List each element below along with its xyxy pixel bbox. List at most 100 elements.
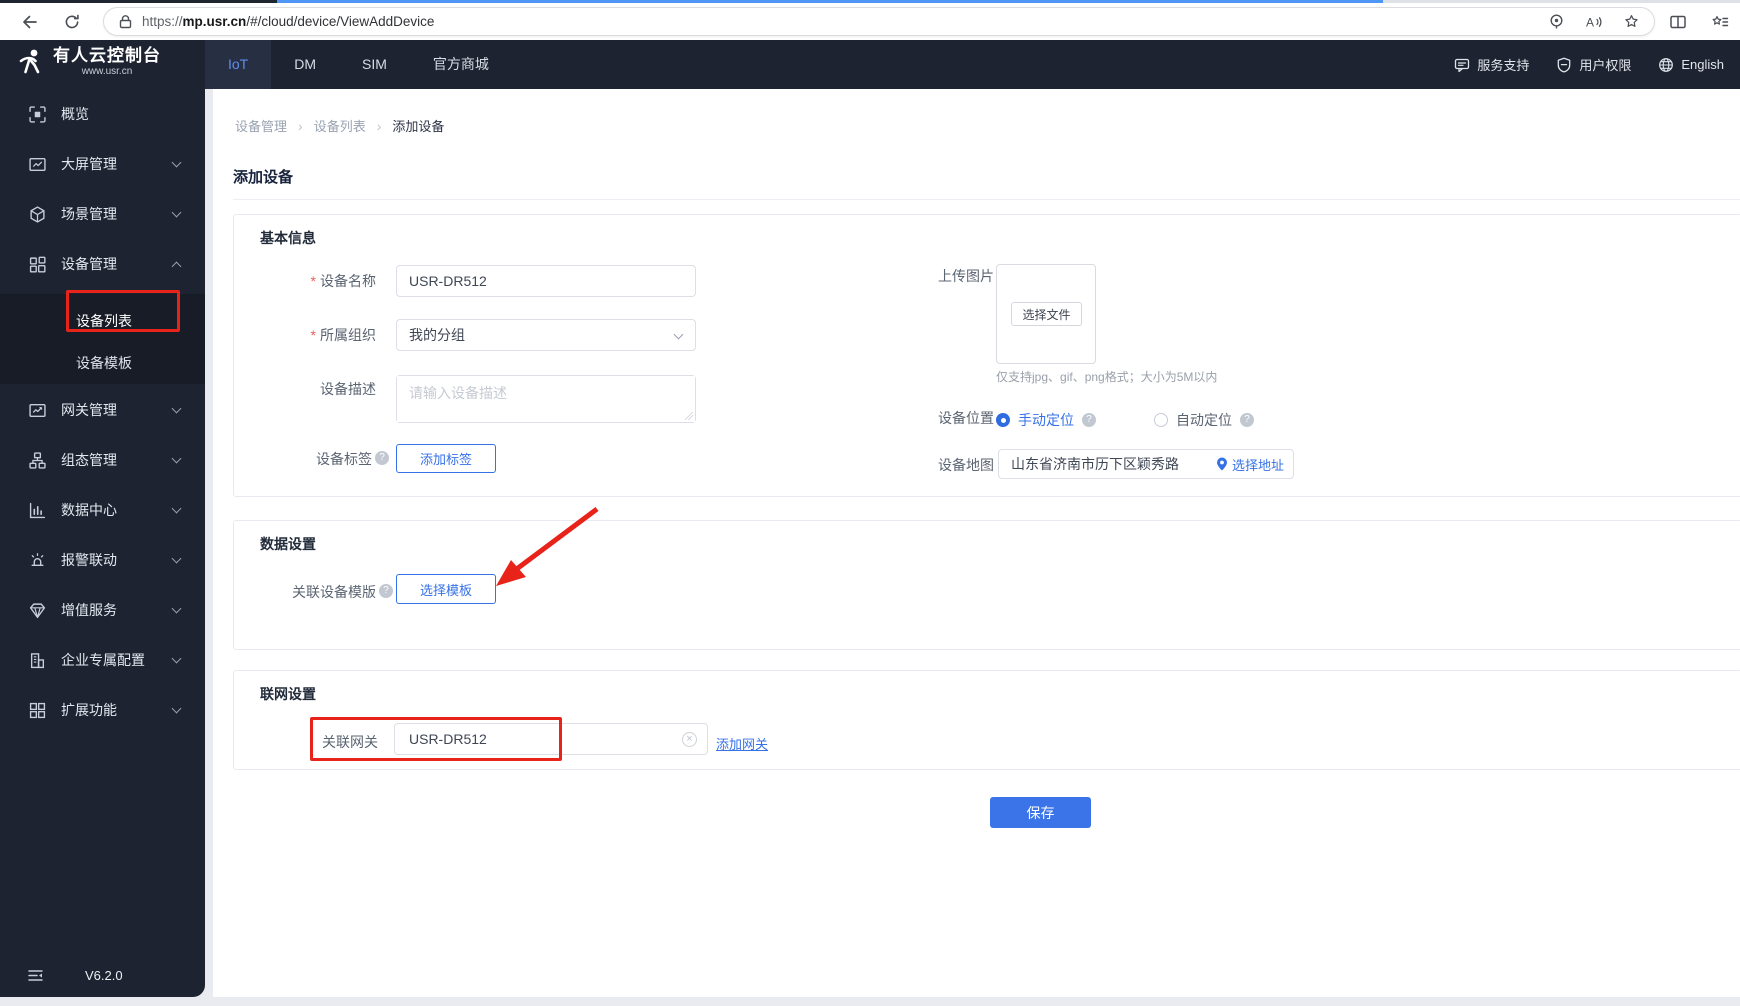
address-bar[interactable]: https://mp.usr.cn/#/cloud/device/ViewAdd…	[103, 7, 1655, 36]
device-submenu: 设备列表 设备模板	[0, 294, 205, 384]
sidebar-item-bigscreen[interactable]: 大屏管理	[0, 144, 205, 184]
sidebar-item-vas[interactable]: 增值服务	[0, 590, 205, 630]
location-icon[interactable]	[1548, 13, 1565, 30]
upload-dropzone[interactable]: 选择文件	[996, 264, 1096, 364]
device-name-input-wrap	[396, 265, 696, 297]
radio-unselected-icon[interactable]	[1154, 413, 1168, 427]
browser-refresh-button[interactable]	[62, 12, 82, 32]
breadcrumb-device-management[interactable]: 设备管理	[235, 116, 287, 135]
chevron-down-icon	[171, 603, 182, 614]
page-title: 添加设备	[233, 169, 294, 186]
upload-note: 仅支持jpg、gif、png格式；大小为5M以内	[996, 370, 1218, 384]
chevron-down-icon	[171, 453, 182, 464]
save-button[interactable]: 保存	[990, 797, 1091, 828]
sidebar-item-datacenter[interactable]: 数据中心	[0, 490, 205, 530]
shield-icon	[1557, 57, 1571, 73]
auto-location-help-icon[interactable]	[1240, 413, 1254, 427]
read-aloud-icon[interactable]: A	[1585, 14, 1603, 30]
extension-icon	[28, 702, 46, 719]
sidebar-item-scene[interactable]: 场景管理	[0, 194, 205, 234]
clear-icon[interactable]	[682, 732, 697, 747]
sidebar-item-device[interactable]: 设备管理	[0, 244, 205, 284]
auto-location-option[interactable]: 自动定位	[1154, 410, 1254, 430]
sidebar-item-alarm[interactable]: 报警联动	[0, 540, 205, 580]
tab-mall[interactable]: 官方商城	[410, 40, 512, 89]
organization-label: 所属组织	[246, 327, 376, 343]
tags-label: 设备标签	[316, 451, 372, 467]
chevron-down-icon	[171, 703, 182, 714]
gateway-input[interactable]	[395, 724, 635, 754]
favorites-hub-icon[interactable]	[1710, 12, 1730, 32]
manual-location-option[interactable]: 手动定位	[996, 410, 1096, 430]
scada-icon	[28, 451, 46, 469]
sidebar-item-enterprise[interactable]: 企业专属配置	[0, 640, 205, 680]
template-help-icon[interactable]	[379, 584, 393, 598]
chevron-up-icon	[171, 261, 182, 272]
description-textarea[interactable]	[397, 376, 695, 422]
device-icon	[28, 256, 46, 273]
split-screen-icon[interactable]	[1668, 12, 1688, 32]
chevron-down-icon	[171, 403, 182, 414]
tab-sim[interactable]: SIM	[339, 40, 410, 89]
url-domain: mp.usr.cn	[182, 14, 247, 29]
device-location-label: 设备位置	[938, 410, 994, 426]
breadcrumb: 设备管理 › 设备列表 › 添加设备	[235, 116, 444, 135]
favorite-star-icon[interactable]	[1623, 13, 1640, 30]
organization-select[interactable]: 我的分组	[396, 319, 696, 351]
chevron-down-icon	[171, 207, 182, 218]
sidebar-item-scada[interactable]: 组态管理	[0, 440, 205, 480]
datacenter-icon	[28, 502, 46, 519]
radio-selected-icon[interactable]	[996, 413, 1010, 427]
app-root: https://mp.usr.cn/#/cloud/device/ViewAdd…	[0, 0, 1740, 1006]
device-map-input[interactable]	[999, 450, 1199, 478]
sidebar-item-gateway[interactable]: 网关管理	[0, 390, 205, 430]
svg-text:A: A	[1586, 15, 1594, 29]
description-label: 设备描述	[320, 381, 376, 397]
brand-logo[interactable]: 有人云控制台 www.usr.cn	[16, 45, 161, 78]
language-switch[interactable]: English	[1658, 57, 1724, 73]
map-pin-icon	[1216, 457, 1227, 471]
sidebar-item-overview[interactable]: 概览	[0, 94, 205, 134]
address-bar-actions: A	[1548, 13, 1640, 30]
tab-dm[interactable]: DM	[271, 40, 339, 89]
basic-info-title: 基本信息	[260, 230, 316, 246]
url-text: https://mp.usr.cn/#/cloud/device/ViewAdd…	[142, 14, 434, 29]
device-name-label: 设备名称	[246, 273, 376, 289]
breadcrumb-separator: ›	[298, 117, 303, 134]
tab-iot[interactable]: IoT	[205, 40, 272, 89]
add-gateway-link[interactable]: 添加网关	[716, 734, 768, 753]
sidebar-item-device-template[interactable]: 设备模板	[0, 342, 205, 384]
manual-location-help-icon[interactable]	[1082, 413, 1096, 427]
add-tag-button[interactable]: 添加标签	[396, 444, 496, 473]
breadcrumb-device-list[interactable]: 设备列表	[314, 116, 366, 135]
choose-template-button[interactable]: 选择模板	[396, 574, 496, 604]
scene-icon	[28, 205, 46, 223]
choose-address-link[interactable]: 选择地址	[1216, 450, 1284, 478]
support-link[interactable]: 服务支持	[1454, 55, 1529, 74]
data-settings-title: 数据设置	[260, 536, 316, 552]
user-permission-link[interactable]: 用户权限	[1556, 55, 1631, 74]
chevron-down-icon	[171, 653, 182, 664]
brand-subtitle: www.usr.cn	[81, 66, 133, 77]
sidebar-item-extension[interactable]: 扩展功能	[0, 690, 205, 730]
lock-icon[interactable]	[119, 14, 132, 29]
chevron-down-icon	[171, 553, 182, 564]
chevron-down-icon	[673, 329, 684, 340]
browser-back-button[interactable]	[20, 12, 40, 32]
tags-help-icon[interactable]	[375, 451, 389, 465]
bigscreen-icon	[28, 156, 46, 173]
device-map-label: 设备地图	[938, 457, 994, 473]
device-map-input-wrap: 选择地址	[998, 449, 1294, 479]
network-settings-title: 联网设置	[260, 686, 316, 702]
gateway-input-wrap	[394, 723, 708, 755]
chevron-down-icon	[171, 157, 182, 168]
device-name-input[interactable]	[397, 266, 695, 296]
template-label: 关联设备模版	[292, 584, 376, 600]
choose-file-button[interactable]: 选择文件	[1011, 302, 1082, 326]
alarm-icon	[28, 552, 46, 569]
collapse-sidebar-icon[interactable]	[28, 969, 43, 982]
data-settings-card: 数据设置 关联设备模版 选择模板	[233, 520, 1740, 650]
enterprise-icon	[28, 652, 46, 669]
sidebar-item-device-list[interactable]: 设备列表	[0, 300, 205, 342]
basic-info-card: 基本信息 设备名称 所属组织 我的分组 设备描述 设备标签 添加标签 上传图片 …	[233, 214, 1740, 497]
